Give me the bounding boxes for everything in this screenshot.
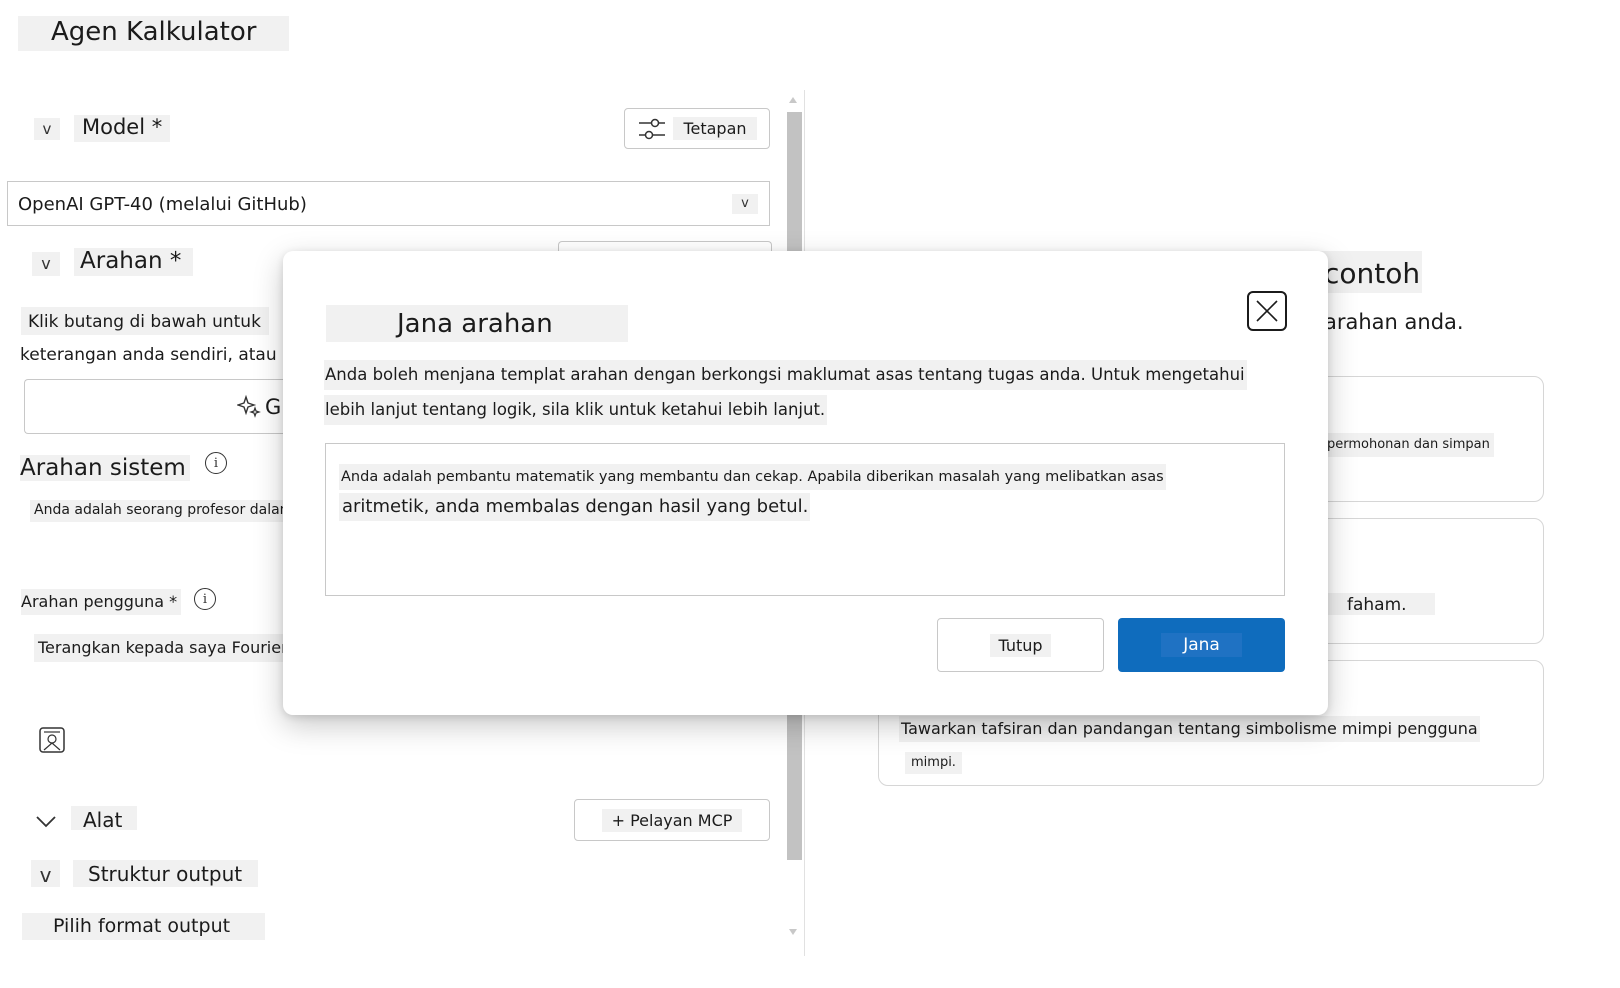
prompt-help-line2: keterangan anda sendiri, atau: [20, 345, 277, 365]
example-card-1[interactable]: permohonan dan simpan: [1300, 376, 1544, 502]
dialog-prompt-input-line2: aritmetik, anda membalas dengan hasil ya…: [339, 493, 811, 521]
model-select-value: OpenAI GPT-40 (melalui GitHub): [18, 194, 307, 215]
dialog-prompt-input[interactable]: Anda adalah pembantu matematik yang memb…: [325, 443, 1285, 596]
example-card-2-text: faham.: [1327, 593, 1435, 615]
user-prompt-label: Arahan pengguna *: [21, 589, 182, 615]
example-card-1-text: permohonan dan simpan: [1325, 433, 1494, 457]
output-structure-label: Struktur output: [73, 860, 258, 887]
generate-prompt-label: G: [265, 395, 282, 419]
tools-label: Alat: [71, 806, 137, 832]
settings-sliders-icon: [637, 114, 667, 144]
generate-prompt-dialog: Jana arahan Anda boleh menjana templat a…: [283, 251, 1328, 715]
user-prompt-text[interactable]: Terangkan kepada saya Fourier: [34, 634, 288, 662]
dialog-generate-label: Jana: [1161, 633, 1242, 657]
system-prompt-label: Arahan sistem: [20, 455, 190, 481]
example-card-3-line2: mimpi.: [905, 752, 962, 774]
info-icon[interactable]: i: [205, 452, 227, 474]
dialog-description-line2: lebih lanjut tentang logik, sila klik un…: [324, 395, 828, 425]
generate-prompt-button[interactable]: G: [24, 379, 294, 434]
dialog-title: Jana arahan: [326, 305, 628, 342]
dialog-close-button[interactable]: [1247, 291, 1287, 331]
sparkle-icon: [235, 394, 261, 418]
model-label: Model *: [74, 115, 170, 142]
settings-label: Tetapan: [673, 117, 757, 140]
dialog-description-line1: Anda boleh menjana templat arahan dengan…: [324, 360, 1247, 390]
info-icon[interactable]: i: [194, 588, 216, 610]
add-mcp-server-button[interactable]: + Pelayan MCP: [574, 799, 770, 841]
scrollbar-down-arrow[interactable]: [789, 929, 797, 935]
app-title: Agen Kalkulator: [51, 17, 257, 47]
model-select[interactable]: OpenAI GPT-40 (melalui GitHub) v: [7, 181, 770, 226]
dialog-generate-button[interactable]: Jana: [1118, 618, 1285, 672]
settings-button[interactable]: Tetapan: [624, 108, 770, 149]
system-prompt-text[interactable]: Anda adalah seorang profesor dalam: [30, 500, 300, 522]
scrollbar-up-arrow[interactable]: [789, 97, 797, 103]
add-mcp-server-label: + Pelayan MCP: [601, 808, 743, 832]
model-collapse-chevron[interactable]: v: [34, 118, 60, 140]
close-icon: [1255, 299, 1279, 323]
dialog-close-text-button[interactable]: Tutup: [937, 618, 1104, 672]
output-format-select[interactable]: Pilih format output: [22, 913, 265, 940]
prompt-help-line1: Klik butang di bawah untuk: [21, 307, 269, 335]
example-card-2[interactable]: faham.: [1300, 518, 1544, 644]
examples-subtitle: arahan anda.: [1324, 310, 1464, 334]
dialog-close-text-label: Tutup: [990, 633, 1051, 657]
example-card-3-line1: Tawarkan tafsiran dan pandangan tentang …: [899, 716, 1480, 742]
output-collapse-chevron[interactable]: v: [31, 860, 60, 887]
examples-heading: contoh: [1320, 251, 1423, 293]
prompt-collapse-chevron[interactable]: v: [32, 252, 60, 276]
prompt-label: Arahan *: [74, 248, 193, 276]
dialog-prompt-input-line1: Anda adalah pembantu matematik yang memb…: [339, 464, 1166, 490]
image-upload-icon[interactable]: [38, 726, 66, 754]
chevron-down-icon: v: [732, 194, 758, 214]
tools-collapse-chevron[interactable]: [34, 811, 58, 831]
